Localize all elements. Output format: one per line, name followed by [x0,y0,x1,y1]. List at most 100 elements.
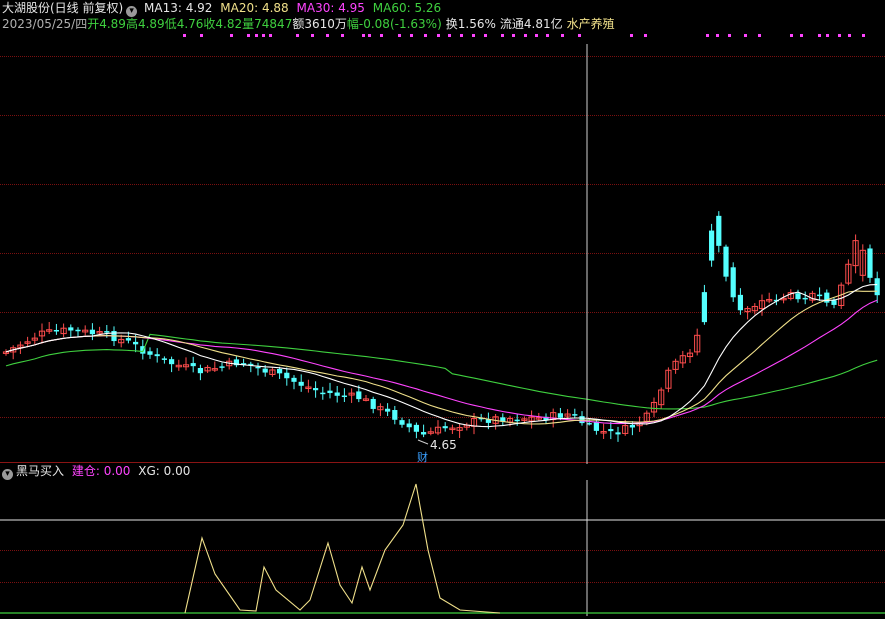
signal-marker [326,34,329,37]
signal-marker [561,34,564,37]
candle-body [68,327,74,331]
candle-body [161,358,167,360]
signal-marker [484,34,487,37]
candle-body [298,381,304,386]
candle-body [327,390,333,394]
candle-body [104,331,110,333]
candle-body [356,391,362,400]
signal-marker [230,34,233,37]
candle-body [737,294,743,311]
ma60-label: MA60: 5.26 [372,1,442,15]
signal-marker [524,34,527,37]
amount-label: 额3610万 [292,17,347,31]
candle-body [370,398,376,409]
signal-marker [546,34,549,37]
signal-marker [341,34,344,37]
candle-body [320,392,326,395]
candle-body [291,377,297,382]
candle-body [557,413,563,418]
candle-body [262,368,268,373]
candle-body [219,366,225,368]
candle-body [53,329,59,332]
candle-body [701,292,707,323]
turnover-label: 换1.56% [445,17,496,31]
date-label: 2023/05/25/四 [2,17,88,31]
candle-body [169,359,175,365]
header-row-1: 大湖股份(日线 前复权) ▾ MA13: 4.92 MA20: 4.88 MA30… [2,0,441,17]
signal-marker [183,34,186,37]
event-marker[interactable]: 财 [417,450,428,466]
xg-value: XG: 0.00 [138,464,191,478]
signal-marker [269,34,272,37]
candle-body [255,366,261,369]
candle-body [514,419,520,422]
candle-body [385,408,391,412]
signal-marker [311,34,314,37]
candlestick-chart[interactable] [0,0,885,619]
signal-marker [644,34,647,37]
signal-marker [790,34,793,37]
candle-body [147,351,153,355]
signal-marker [578,34,581,37]
chevron-down-icon[interactable]: ▾ [2,469,13,480]
signal-marker [368,34,371,37]
candle-body [413,424,419,432]
signal-marker [501,34,504,37]
signal-marker [424,34,427,37]
signal-marker [398,34,401,37]
signal-marker [728,34,731,37]
volume-label: 量74847 [242,17,293,31]
ma60-line [5,333,878,410]
candle-body [421,432,427,435]
low-pointer [417,439,429,445]
high-label: 高4.89 [125,17,165,31]
signal-marker [448,34,451,37]
change-label: 幅-0.08(-1.63%) [346,17,442,31]
candle-body [284,372,290,379]
signal-marker [247,34,250,37]
header-row-2: 2023/05/25/四开4.89高4.89低4.76收4.82量74847额3… [2,16,615,33]
signal-marker [818,34,821,37]
signal-marker [255,34,258,37]
indicator-line [184,483,501,614]
signal-marker [535,34,538,37]
signal-marker [630,34,633,37]
candle-body [75,329,81,332]
ma20-line [5,290,878,425]
signal-marker [460,34,463,37]
signal-marker [826,34,829,37]
candle-body [730,267,736,298]
sector-label: 水产养殖 [566,17,615,31]
signal-marker [362,34,365,37]
close-label: 收4.82 [203,17,243,31]
candle-body [392,410,398,420]
signal-marker [410,34,413,37]
candle-body [716,215,722,246]
candle-body [723,246,729,277]
open-label: 开4.89 [87,17,126,31]
candle-body [572,414,578,416]
signal-marker [472,34,475,37]
candle-body [615,432,621,435]
signal-marker [838,34,841,37]
signal-marker [862,34,865,37]
signal-marker [200,34,203,37]
candle-body [406,423,412,428]
candle-body [125,338,131,341]
candle-body [334,392,340,396]
signal-marker [744,34,747,37]
signal-marker [758,34,761,37]
candle-body [629,424,635,428]
ma13-label: MA13: 4.92 [144,1,213,15]
candle-body [442,426,448,429]
signal-marker [848,34,851,37]
candle-body [190,363,196,367]
signal-marker [706,34,709,37]
signal-marker [512,34,515,37]
ma20-label: MA20: 4.88 [220,1,289,15]
candle-body [709,230,715,261]
candle-body [817,294,823,297]
float-label: 流通4.81亿 [499,17,563,31]
indicator-header: ▾ 黑马买入 建仓: 0.00 XG: 0.00 [2,463,190,480]
candle-body [89,329,95,335]
